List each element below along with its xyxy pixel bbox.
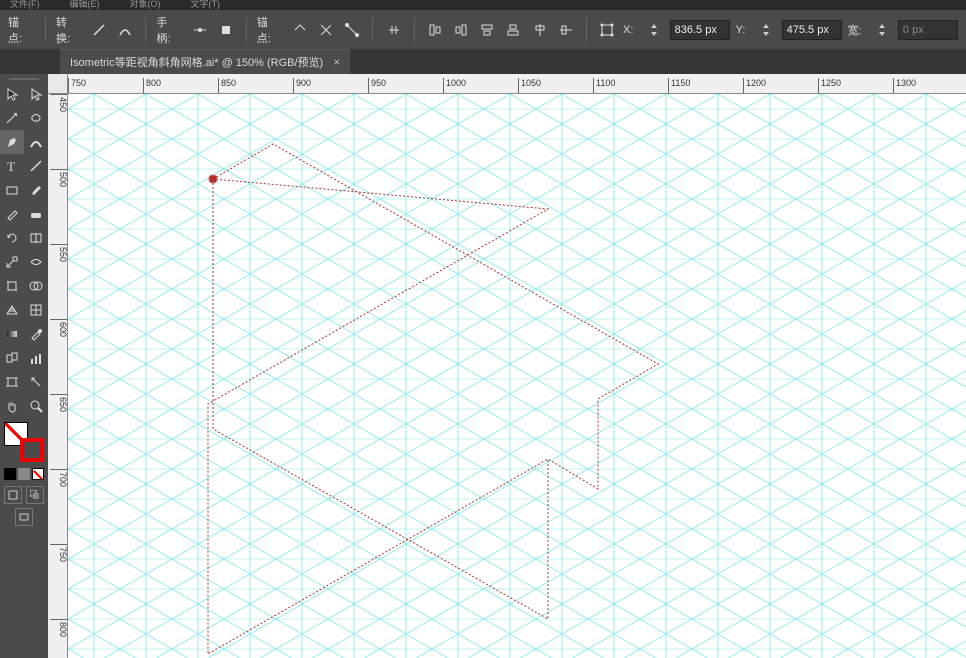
eyedropper-tool[interactable] <box>24 322 48 346</box>
reflect-tool[interactable] <box>24 226 48 250</box>
anchors-label: 锚点: <box>257 14 280 46</box>
align-icon[interactable] <box>451 19 471 41</box>
draw-behind-icon[interactable] <box>26 486 44 504</box>
stepper-icon[interactable] <box>643 19 663 41</box>
remove-anchor-icon[interactable] <box>290 19 310 41</box>
none-swatch[interactable] <box>32 468 44 480</box>
shape-builder-tool[interactable] <box>24 274 48 298</box>
convert-label: 转换: <box>56 14 79 46</box>
control-bar: 锚点: 转换: 手柄: 锚点: X: Y: 宽: <box>0 10 966 50</box>
selection-tool[interactable] <box>0 82 24 106</box>
zoom-tool[interactable] <box>24 394 48 418</box>
stepper-icon[interactable] <box>755 19 775 41</box>
scale-tool[interactable] <box>0 250 24 274</box>
gradient-swatch[interactable] <box>18 468 30 480</box>
handle-hide-icon[interactable] <box>216 19 236 41</box>
fill-stroke-indicator[interactable] <box>2 420 46 464</box>
w-label: 宽: <box>848 22 862 38</box>
handle-show-icon[interactable] <box>189 19 209 41</box>
menu-item[interactable]: 文件(F) <box>10 0 40 10</box>
color-swatch[interactable] <box>4 468 16 480</box>
screen-mode-icon[interactable] <box>15 508 33 526</box>
tab-title: Isometric等距视角斜角网格.ai* @ 150% (RGB/预览) <box>70 54 323 70</box>
slice-tool[interactable] <box>24 370 48 394</box>
align-icon[interactable] <box>477 19 497 41</box>
perspective-grid-tool[interactable] <box>0 298 24 322</box>
stroke-color[interactable] <box>20 438 44 462</box>
magic-wand-tool[interactable] <box>0 106 24 130</box>
lasso-tool[interactable] <box>24 106 48 130</box>
connect-anchor-icon[interactable] <box>342 19 362 41</box>
paintbrush-tool[interactable] <box>24 178 48 202</box>
x-label: X: <box>623 24 633 36</box>
width-tool[interactable] <box>24 250 48 274</box>
align-icon[interactable] <box>425 19 445 41</box>
x-input[interactable] <box>670 20 730 40</box>
close-tab-icon[interactable]: × <box>333 55 340 69</box>
convert-smooth-icon[interactable] <box>115 19 135 41</box>
artboard-tool[interactable] <box>0 370 24 394</box>
curvature-tool[interactable] <box>24 130 48 154</box>
add-anchor-icon[interactable] <box>316 19 336 41</box>
y-input[interactable] <box>782 20 842 40</box>
convert-corner-icon[interactable] <box>89 19 109 41</box>
draw-normal-icon[interactable] <box>4 486 22 504</box>
horizontal-ruler[interactable]: 750 800 850 900 950 1000 1050 1100 1150 … <box>68 74 966 94</box>
rectangle-tool[interactable] <box>0 178 24 202</box>
free-transform-tool[interactable] <box>0 274 24 298</box>
pen-tool[interactable] <box>0 130 24 154</box>
align-icon[interactable] <box>529 19 549 41</box>
canvas-area: 750 800 850 900 950 1000 1050 1100 1150 … <box>48 74 966 658</box>
document-tab[interactable]: Isometric等距视角斜角网格.ai* @ 150% (RGB/预览) × <box>60 49 350 74</box>
canvas[interactable] <box>68 94 966 658</box>
align-icon[interactable] <box>556 19 576 41</box>
line-tool[interactable] <box>24 154 48 178</box>
ruler-origin[interactable] <box>48 74 68 94</box>
vertical-ruler[interactable]: 450 500 550 600 650 700 750 800 <box>48 94 68 658</box>
stepper-icon[interactable] <box>872 19 892 41</box>
y-label: Y: <box>736 24 746 36</box>
blend-tool[interactable] <box>0 346 24 370</box>
transform-ref-icon[interactable] <box>597 19 617 41</box>
cut-path-icon[interactable] <box>383 19 403 41</box>
rotate-tool[interactable] <box>0 226 24 250</box>
app-menubar: 文件(F) 编辑(E) 对象(O) 文字(T) <box>0 0 966 10</box>
eraser-tool[interactable] <box>24 202 48 226</box>
menu-item[interactable]: 编辑(E) <box>70 0 100 10</box>
column-graph-tool[interactable] <box>24 346 48 370</box>
w-input[interactable] <box>898 20 958 40</box>
document-tabs: Isometric等距视角斜角网格.ai* @ 150% (RGB/预览) × <box>0 50 966 74</box>
pencil-tool[interactable] <box>0 202 24 226</box>
svg-text:T: T <box>7 159 15 173</box>
gradient-tool[interactable] <box>0 322 24 346</box>
align-icon[interactable] <box>503 19 523 41</box>
menu-item[interactable]: 文字(T) <box>191 0 221 10</box>
menu-item[interactable]: 对象(O) <box>130 0 161 10</box>
mesh-tool[interactable] <box>24 298 48 322</box>
hand-tool[interactable] <box>0 394 24 418</box>
type-tool[interactable]: T <box>0 154 24 178</box>
handle-label: 手柄: <box>156 14 179 46</box>
artwork-path <box>68 94 966 658</box>
toolbox: T <box>0 74 48 658</box>
direct-selection-tool[interactable] <box>24 82 48 106</box>
anchor-label: 锚点: <box>8 14 31 46</box>
